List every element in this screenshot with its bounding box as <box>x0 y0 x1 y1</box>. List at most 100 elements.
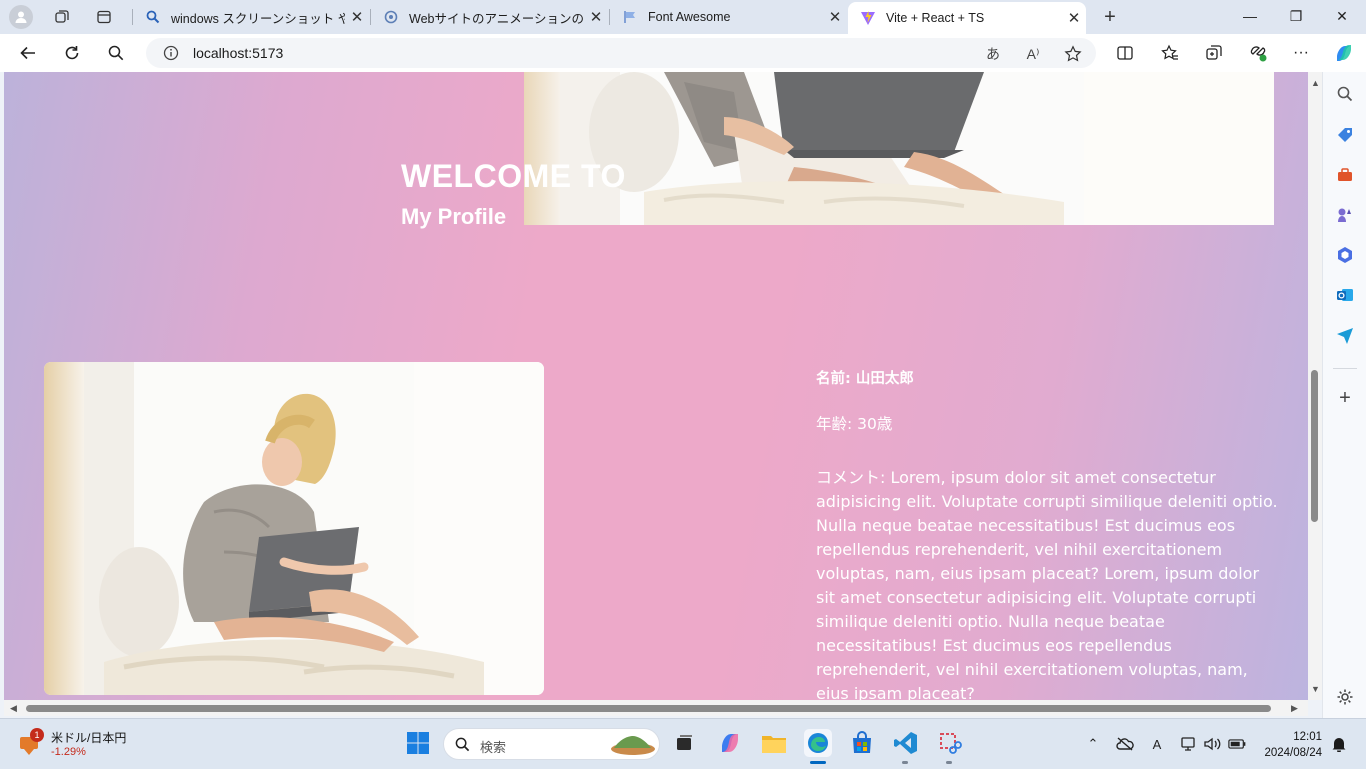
sidebar-settings-icon[interactable] <box>1335 687 1355 707</box>
tab-title: Font Awesome <box>648 10 731 24</box>
favorite-star-icon[interactable] <box>1063 44 1083 64</box>
site-info-icon[interactable] <box>163 45 179 66</box>
window-close-button[interactable]: ✕ <box>1332 8 1352 25</box>
edge-taskbar-icon[interactable] <box>804 729 832 757</box>
task-view-icon[interactable] <box>670 729 698 757</box>
profile-info: 名前: 山田太郎 年齢: 30歳 コメント: Lorem, ipsum dolo… <box>816 367 1278 700</box>
snipping-tool-icon[interactable] <box>936 729 964 757</box>
vertical-tabs-icon[interactable] <box>94 7 114 27</box>
search-highlight-image <box>611 736 655 755</box>
system-clock[interactable]: 12:01 2024/08/24 <box>1258 729 1322 761</box>
hero-subtitle: My Profile <box>401 204 507 229</box>
widget-title[interactable]: 米ドル/日本円 <box>51 729 126 746</box>
microsoft-365-icon[interactable] <box>1335 245 1355 265</box>
tab-title: Vite + React + TS <box>886 11 985 25</box>
tab-vite-react[interactable]: Vite + React + TS ✕ <box>848 2 1086 34</box>
close-icon[interactable]: ✕ <box>584 8 608 26</box>
search-icon <box>108 45 124 61</box>
copilot-taskbar-icon[interactable] <box>716 729 744 757</box>
sidebar-search-icon[interactable] <box>1335 84 1355 104</box>
tab-title: windows スクリーンショット やり方 - 検索 <box>171 11 345 26</box>
clock-date: 2024/08/24 <box>1264 747 1322 759</box>
tab-strip: windows スクリーンショット やり方 - 検索 ✕ Webサイトのアニメー… <box>0 0 1366 34</box>
running-app-indicator <box>902 761 908 764</box>
profile-comment: コメント: Lorem, ipsum dolor sit amet consec… <box>816 468 1278 700</box>
scroll-down-icon[interactable]: ▼ <box>1311 684 1320 694</box>
show-hidden-icons-icon[interactable]: ⌃ <box>1084 735 1102 753</box>
url-field[interactable]: localhost:5173 あ A⁾ <box>146 38 1096 68</box>
split-screen-icon[interactable] <box>1115 43 1135 63</box>
url-text: localhost:5173 <box>193 45 284 61</box>
taskbar-search[interactable]: 検索 <box>443 728 660 760</box>
clock-time: 12:01 <box>1293 731 1322 743</box>
profile-name: 名前: 山田太郎 <box>816 371 914 387</box>
address-bar-row: localhost:5173 あ A⁾ ··· <box>0 34 1366 72</box>
widget-change: -1.29% <box>51 746 86 758</box>
windows-logo-icon <box>407 732 429 754</box>
tab-bing-search[interactable]: windows スクリーンショット やり方 - 検索 ✕ <box>133 0 369 34</box>
windows-taskbar: 1 米ドル/日本円 -1.29% 検索 ⌃ A 12:01 2024/08/24 <box>0 718 1366 769</box>
horizontal-scroll-thumb[interactable] <box>26 705 1271 712</box>
restore-button[interactable]: ❐ <box>1286 8 1306 25</box>
vertical-scrollbar[interactable]: ▲ ▼ <box>1308 72 1322 700</box>
search-placeholder: 検索 <box>480 740 507 755</box>
scroll-up-icon[interactable]: ▲ <box>1311 78 1320 88</box>
workspaces-icon[interactable] <box>52 7 72 27</box>
add-sidebar-app-icon[interactable]: + <box>1335 387 1355 409</box>
games-icon[interactable] <box>1335 205 1355 225</box>
horizontal-scrollbar[interactable]: ◀ ▶ <box>4 700 1308 716</box>
notification-bell-icon[interactable] <box>1330 735 1348 753</box>
search-button[interactable] <box>106 43 126 63</box>
copilot-icon[interactable] <box>1334 43 1354 63</box>
running-app-indicator <box>946 761 952 764</box>
read-aloud-icon[interactable]: A⁾ <box>1023 44 1043 64</box>
person-icon <box>15 11 27 23</box>
close-icon[interactable]: ✕ <box>823 8 847 26</box>
minimize-button[interactable]: — <box>1240 8 1260 24</box>
back-arrow-icon <box>20 46 35 60</box>
file-explorer-icon[interactable] <box>760 729 788 757</box>
more-menu-icon[interactable]: ··· <box>1291 43 1311 63</box>
profile-image <box>44 362 544 695</box>
profile-age: 年齢: 30歳 <box>816 415 893 433</box>
vertical-scroll-thumb[interactable] <box>1311 370 1318 522</box>
profile-button[interactable] <box>9 5 33 29</box>
battery-icon[interactable] <box>1228 735 1246 753</box>
browser-essentials-icon[interactable] <box>1248 43 1268 63</box>
volume-icon[interactable] <box>1203 735 1221 753</box>
tab-font-awesome[interactable]: Font Awesome ✕ <box>610 0 847 34</box>
send-icon[interactable] <box>1335 325 1355 345</box>
hero-image <box>524 72 1274 225</box>
scroll-left-icon[interactable]: ◀ <box>10 703 17 714</box>
globe-icon <box>383 9 399 25</box>
flag-icon <box>622 9 638 25</box>
active-app-indicator <box>810 761 826 764</box>
back-button[interactable] <box>18 43 38 63</box>
vite-icon <box>860 10 876 26</box>
search-icon <box>145 9 161 25</box>
tab-title: Webサイトのアニメーションの種類と効果 <box>409 11 584 26</box>
collections-icon[interactable] <box>1204 43 1224 63</box>
start-button[interactable] <box>404 729 432 757</box>
onedrive-icon[interactable] <box>1116 735 1134 753</box>
search-icon <box>455 737 470 752</box>
new-tab-button[interactable]: + <box>1099 6 1121 29</box>
outlook-icon[interactable] <box>1335 285 1355 305</box>
refresh-button[interactable] <box>62 43 82 63</box>
translate-icon[interactable]: あ <box>983 44 1003 64</box>
notification-badge: 1 <box>30 728 44 742</box>
hero-title: WELCOME TO <box>401 158 626 194</box>
vscode-icon[interactable] <box>892 729 920 757</box>
close-icon[interactable]: ✕ <box>345 8 369 26</box>
network-icon[interactable] <box>1180 735 1198 753</box>
ime-icon[interactable]: A <box>1148 735 1166 753</box>
refresh-icon <box>65 46 79 60</box>
store-icon[interactable] <box>848 729 876 757</box>
tab-animation-article[interactable]: Webサイトのアニメーションの種類と効果 ✕ <box>371 0 608 34</box>
close-icon[interactable]: ✕ <box>1062 9 1086 27</box>
tools-icon[interactable] <box>1335 165 1355 185</box>
scroll-right-icon[interactable]: ▶ <box>1291 703 1298 714</box>
shopping-tag-icon[interactable] <box>1335 125 1355 145</box>
favorites-icon[interactable] <box>1160 43 1180 63</box>
page-viewport: WELCOME TO My Profile 名前: 山田太郎 年齢: 30歳 コ… <box>4 72 1308 700</box>
